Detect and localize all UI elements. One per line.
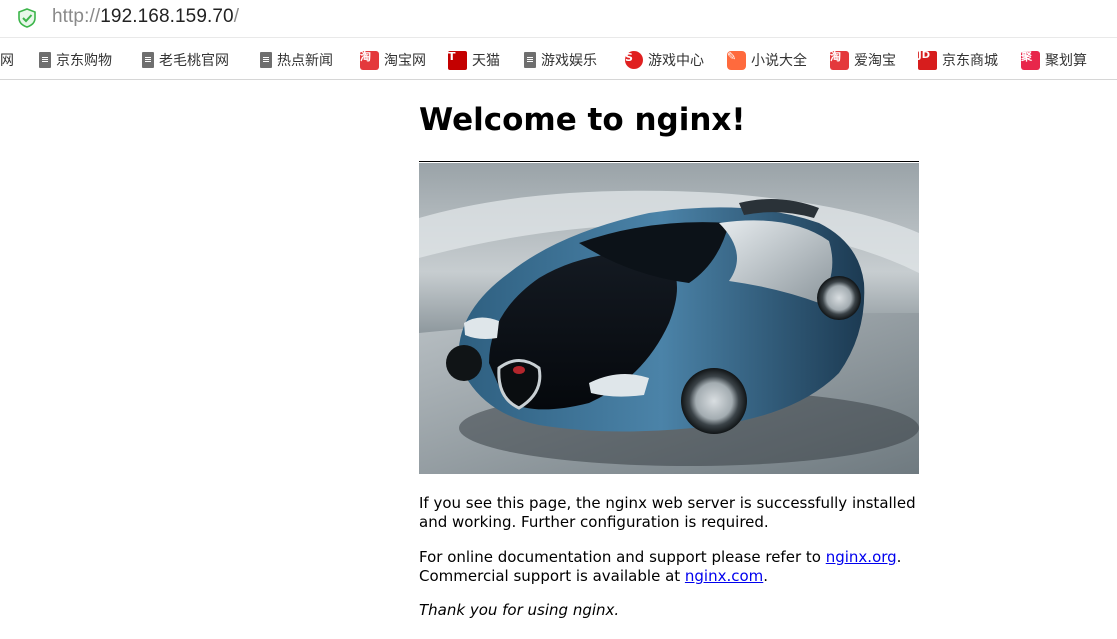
commercial-text-period: . [763, 567, 769, 585]
nginx-com-link[interactable]: nginx.com [685, 567, 763, 585]
page-icon [524, 52, 536, 68]
bookmark-label: 小说大全 [751, 53, 807, 69]
game-center-icon: S [625, 51, 643, 69]
url-host: 192.168.159.70 [100, 6, 234, 27]
page-title: Welcome to nginx! [419, 102, 746, 138]
url-path: / [233, 6, 240, 27]
docs-text-prefix: For online documentation and support ple… [419, 548, 826, 566]
page-icon [142, 52, 154, 68]
bookmark-aitaobao[interactable]: 淘 爱淘宝 [830, 50, 896, 70]
bookmarks-bar: 网 京东购物 老毛桃官网 热点新闻 淘 淘宝网 T 天猫 游戏娱乐 S 游戏中心… [0, 39, 1117, 80]
page-icon [260, 52, 272, 68]
documentation-message: For online documentation and support ple… [419, 548, 929, 586]
page-icon [39, 52, 51, 68]
docs-text-period: . [896, 548, 902, 566]
security-shield-icon[interactable] [17, 8, 37, 28]
bookmark-tmall[interactable]: T 天猫 [448, 50, 500, 70]
bookmark-label: 游戏中心 [648, 53, 704, 69]
sports-car-image [419, 163, 919, 474]
bookmark-juhuasuan[interactable]: 聚 聚划算 [1021, 50, 1087, 70]
bookmark-label: 京东购物 [56, 53, 112, 69]
bookmark-label: 天猫 [472, 53, 500, 69]
bookmark-label: 网 [0, 53, 14, 69]
juhuasuan-icon: 聚 [1021, 50, 1040, 70]
url-text[interactable]: http://192.168.159.70/ [52, 6, 239, 28]
bookmark-label: 游戏娱乐 [541, 53, 597, 69]
address-bar[interactable]: http://192.168.159.70/ [0, 0, 1117, 38]
bookmark-partial[interactable]: 网 [0, 50, 14, 70]
bookmark-label: 聚划算 [1045, 53, 1087, 69]
bookmark-label: 京东商城 [942, 53, 998, 69]
bookmark-label: 热点新闻 [277, 53, 333, 69]
bookmark-laomaotao[interactable]: 老毛桃官网 [142, 50, 229, 70]
tmall-icon: T [448, 50, 467, 70]
thank-you-message: Thank you for using nginx. [419, 601, 620, 619]
bookmark-novels[interactable]: ✎ 小说大全 [727, 50, 807, 70]
bookmark-hot-news[interactable]: 热点新闻 [260, 50, 333, 70]
commercial-text: Commercial support is available at [419, 567, 685, 585]
jd-icon: JD [918, 50, 937, 70]
bookmark-taobao[interactable]: 淘 淘宝网 [360, 50, 426, 70]
aitaobao-icon: 淘 [830, 50, 849, 70]
bookmark-games-entertainment[interactable]: 游戏娱乐 [524, 50, 597, 70]
install-message: If you see this page, the nginx web serv… [419, 494, 916, 531]
bookmark-label: 爱淘宝 [854, 53, 896, 69]
bookmark-label: 淘宝网 [384, 53, 426, 69]
bookmark-jd-shopping[interactable]: 京东购物 [39, 50, 112, 70]
url-scheme: http:// [52, 6, 101, 27]
bookmark-label: 老毛桃官网 [159, 53, 229, 69]
taobao-icon: 淘 [360, 50, 379, 70]
bookmark-game-center[interactable]: S 游戏中心 [625, 50, 704, 70]
bookmark-jd-mall[interactable]: JD 京东商城 [918, 50, 998, 70]
title-divider [419, 161, 919, 162]
nginx-org-link[interactable]: nginx.org [826, 548, 897, 566]
novel-icon: ✎ [727, 50, 746, 70]
